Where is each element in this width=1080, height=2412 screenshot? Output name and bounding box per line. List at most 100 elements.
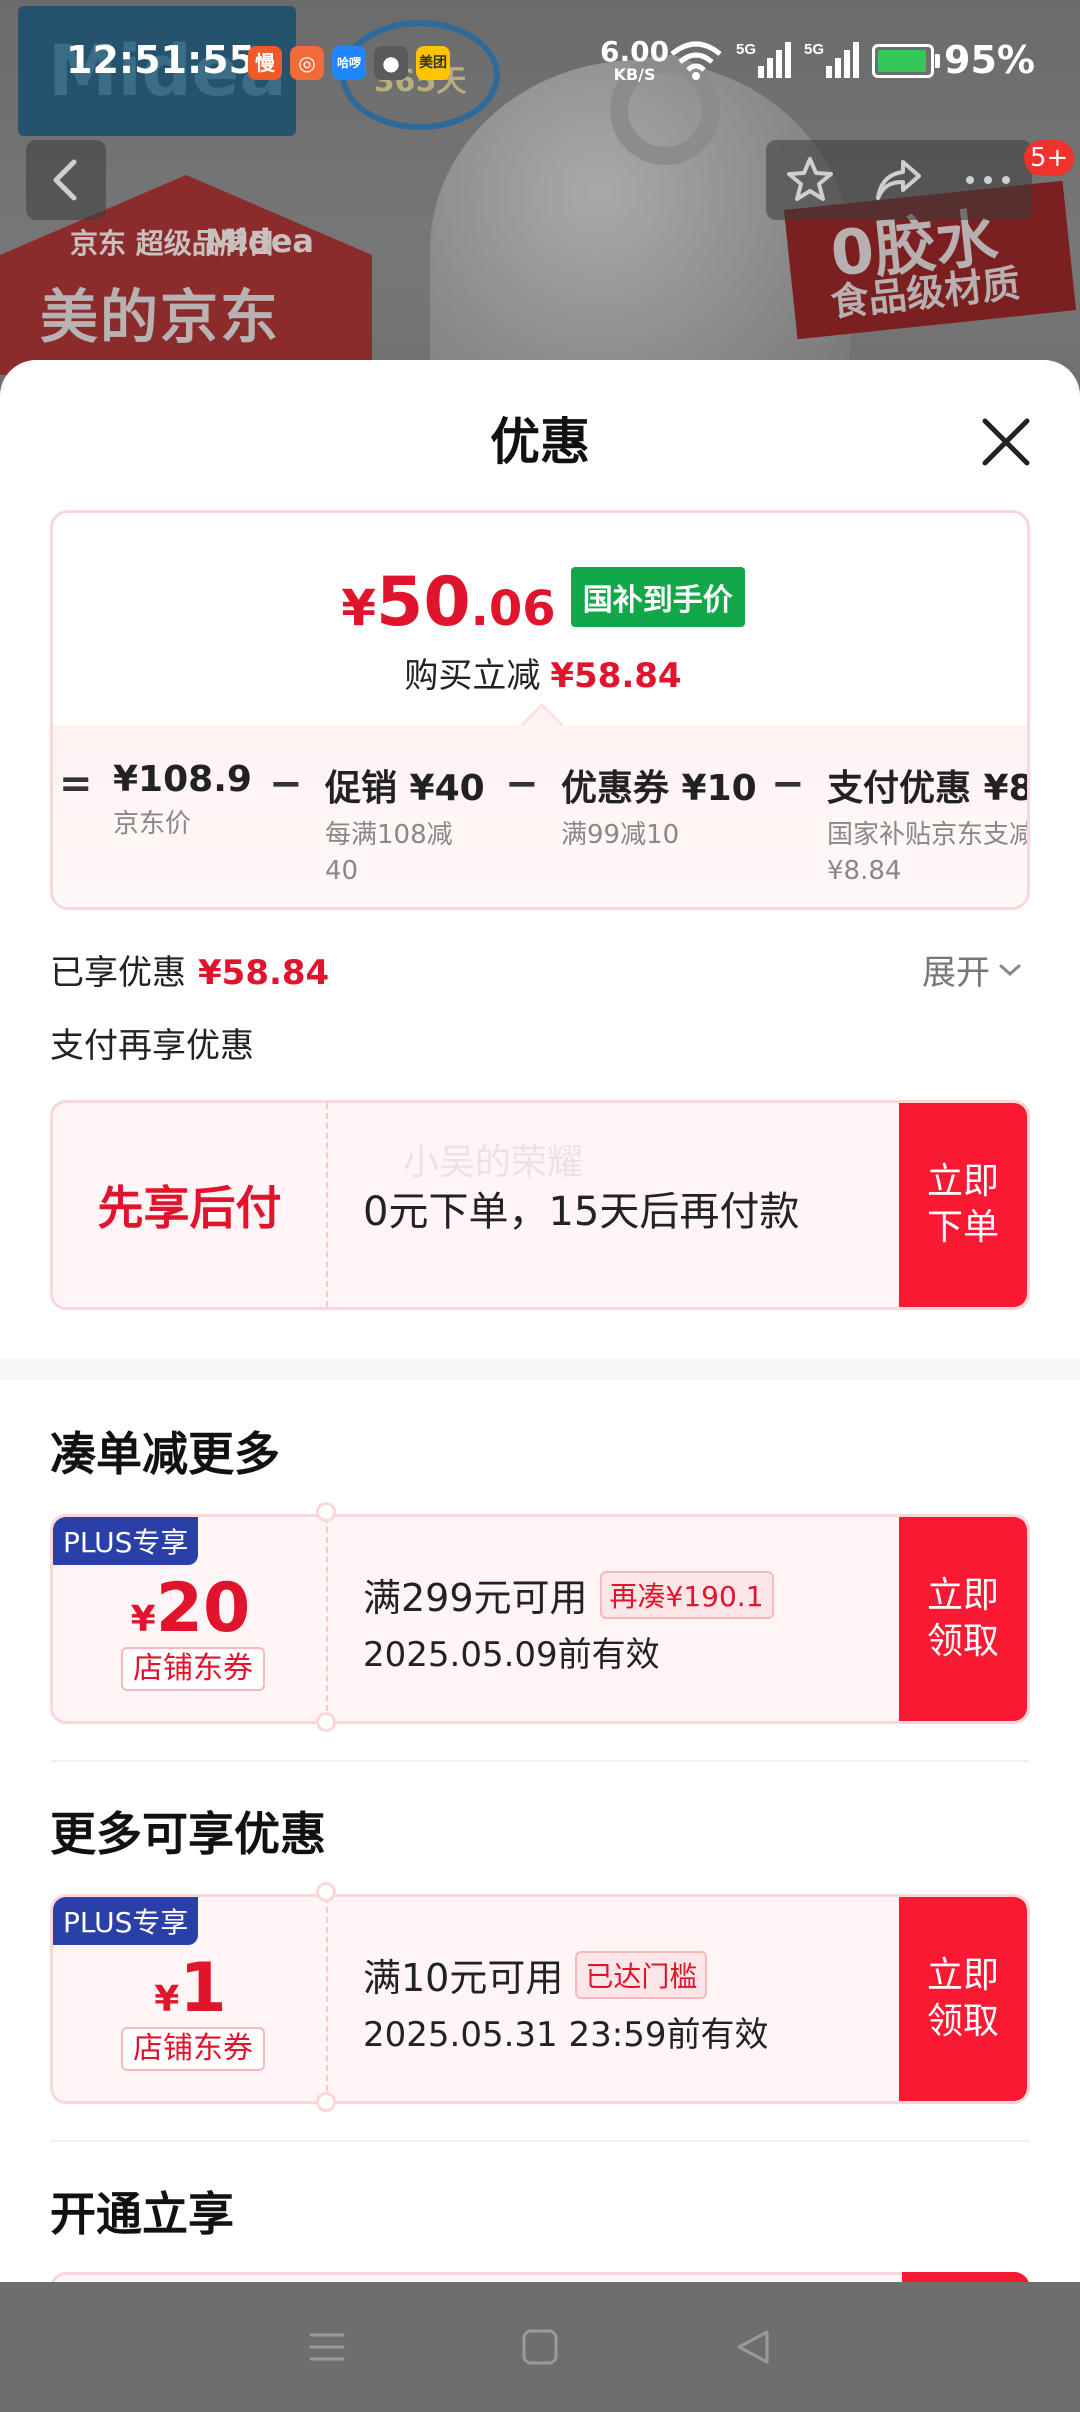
pay-more-label: 支付再享优惠 [50,1026,254,1066]
coupon-currency: ¥ [154,1979,180,2020]
claim-label: 立即领取 [926,1955,999,2042]
share-button[interactable] [869,150,929,210]
order-now-label: 立即下单 [926,1161,999,1248]
coupon-type: 店铺东券 [121,1647,265,1691]
wechat-icon: ● [374,46,408,80]
signal-icon: 5G [736,40,792,84]
breakdown-desc: 国家补贴京东支减¥8.84 [827,820,1030,886]
battery-percent: 95% [944,38,1035,82]
coupon-validity: 2025.05.09前有效 [363,1635,660,1675]
home-square-icon [522,2329,558,2365]
star-icon [787,157,834,201]
battery-fill [878,50,926,72]
app-notification-icon: 哈啰 [332,46,366,80]
network-speed: 6.00 KB/S [600,38,669,84]
breakdown-desc: 每满108减40 [325,820,453,886]
favorite-button[interactable] [780,150,840,210]
breakdown-desc: 京东价 [113,809,192,839]
coupon-card-partial [50,2272,1030,2282]
coupon-notch [316,1502,336,1522]
share-icon [875,160,921,200]
price-summary-card: ¥50.06 国补到手价 购买立减 ¥58.84 = ¥108.9 京东价 − 促… [50,510,1030,910]
plus-exclusive-tag: PLUS专享 [53,1897,199,1945]
coupon-validity: 2025.05.31 23:59前有效 [363,2015,769,2055]
minus-sign: − [269,761,303,807]
coupon-type: 店铺东券 [121,2027,265,2071]
message-badge: 5+ [1024,140,1075,176]
app-notification-icon: 美团 [416,46,450,80]
home-button[interactable] [505,2312,575,2382]
triangle-back-icon [737,2330,769,2364]
breakdown-item-jd-price: ¥108.9 京东价 [113,759,252,842]
separator [50,2140,1030,2142]
coupon-condition-text: 满10元可用 [363,1956,564,2000]
more-dots-icon [965,176,1010,184]
final-price: ¥50.06 [341,563,555,642]
price-breakdown: = ¥108.9 京东价 − 促销 ¥40 每满108减40 − 优惠券 ¥10… [53,725,1030,907]
clock: 12:51:55 [66,38,256,82]
coupon-condition-tag: 已达门槛 [575,1950,708,1999]
coupon-amount-value: 1 [179,1949,227,2028]
plus-exclusive-tag: PLUS专享 [53,1517,199,1565]
back-button[interactable] [26,140,106,220]
minus-sign: − [771,761,805,807]
bnpl-description: 0元下单，15天后再付款 [363,1189,800,1235]
coupon-notch [316,1882,336,1902]
coupon-notch [316,1712,336,1732]
claim-label: 立即领取 [926,1575,999,1662]
banner-title: 美的京东 [40,283,281,351]
coupon-amount: ¥1 [53,1949,328,2028]
breakdown-value: ¥108.9 [113,759,252,800]
coupon-card: PLUS专享 ¥20 店铺东券 满299元可用 再凑¥190.1 2025.05… [50,1514,1030,1724]
order-now-button[interactable]: 立即下单 [899,1103,1027,1307]
claim-coupon-button-partial[interactable] [902,2272,1030,2282]
equals-sign: = [59,761,93,807]
breakdown-value: 优惠券 ¥10 [561,768,757,809]
breakdown-desc: 满99减10 [561,820,680,850]
discount-sheet: 优惠 ¥50.06 国补到手价 购买立减 ¥58.84 = ¥108.9 京东价 … [0,360,1080,2282]
final-price-row: ¥50.06 国补到手价 [53,563,1027,642]
expand-toggle[interactable]: 展开 [922,945,1024,994]
close-icon [982,418,1030,466]
separator [50,1760,1030,1762]
coupon-amount-value: 20 [155,1569,251,1648]
section-title-open: 开通立享 [50,2187,234,2241]
close-button[interactable] [966,402,1046,482]
svg-text:5G: 5G [804,41,824,58]
coupon-condition: 满10元可用 已达门槛 [363,1947,708,2002]
coupon-condition-text: 满299元可用 [363,1576,588,1620]
coupon-card: PLUS专享 ¥1 店铺东券 满10元可用 已达门槛 2025.05.31 23… [50,1894,1030,2104]
coupon-value-panel: PLUS专享 ¥20 店铺东券 [53,1517,328,1721]
signal-icon: 5G [804,40,860,84]
coupon-amount: ¥20 [53,1569,328,1648]
watermark-text: 小吴的荣耀 [403,1142,584,1183]
breakdown-value: 支付优惠 ¥8 [827,768,1030,809]
claim-coupon-button[interactable]: 立即领取 [899,1517,1027,1721]
app-notification-icon: 慢 [248,46,282,80]
sheet-title: 优惠 [490,413,590,471]
breakdown-item-promotion: 促销 ¥40 每满108减40 [325,759,485,889]
subsidy-row: 购买立减 ¥58.84 [53,648,1027,697]
price-decimal: .06 [470,581,556,637]
coupon-value-panel: PLUS专享 ¥1 店铺东券 [53,1897,328,2101]
claim-coupon-button[interactable]: 立即领取 [899,1897,1027,2101]
coupon-currency: ¥ [130,1599,156,1640]
buy-now-pay-later-card[interactable]: 先享后付 小吴的荣耀 0元下单，15天后再付款 立即下单 [50,1100,1030,1310]
price-integer: 50 [376,563,471,642]
more-button[interactable] [958,150,1018,210]
minus-sign: − [505,761,539,807]
svg-text:5G: 5G [736,41,756,58]
battery-cap [935,54,940,68]
price-currency: ¥ [341,579,377,637]
top-actions [766,140,1032,220]
menu-button[interactable] [292,2312,362,2382]
app-notification-icon: ◎ [290,46,324,80]
chevron-down-icon [999,964,1021,976]
net-speed-value: 6.00 [600,35,670,68]
battery-icon [872,44,934,78]
expand-label: 展开 [922,953,990,993]
enjoyed-label: 已享优惠 [50,953,186,993]
breakdown-value: 促销 ¥40 [325,768,485,809]
system-back-button[interactable] [718,2312,788,2382]
net-speed-unit: KB/S [613,65,656,84]
